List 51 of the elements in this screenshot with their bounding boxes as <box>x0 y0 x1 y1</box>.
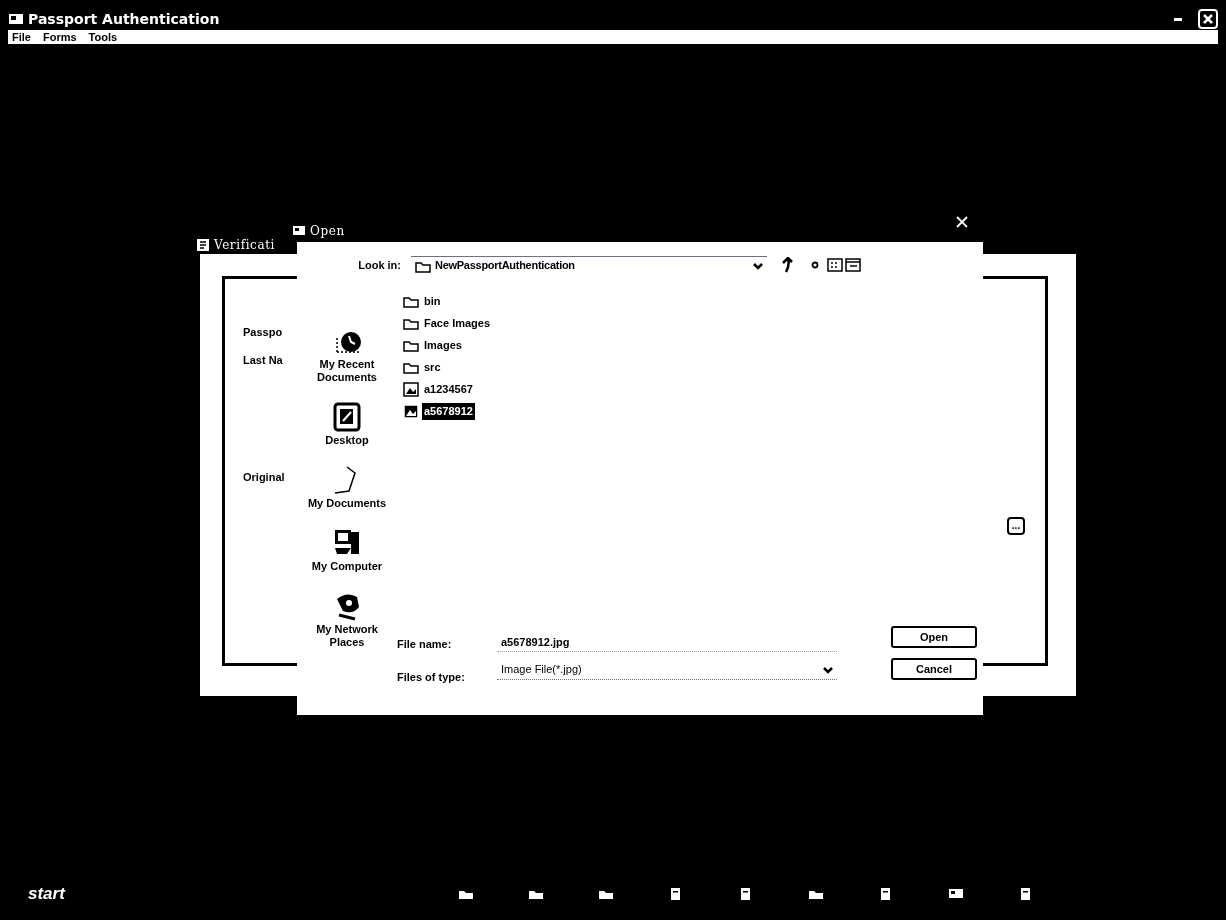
folder-entry[interactable]: Face Images <box>422 315 493 332</box>
field-label: Passpo <box>243 325 283 340</box>
dropdown-caret-icon <box>753 261 763 270</box>
app-icon <box>947 887 964 901</box>
folder-entry[interactable]: Images <box>422 337 464 354</box>
details-view-icon <box>845 258 861 272</box>
place-button[interactable]: My Recent Documents <box>307 358 387 384</box>
field-label: Original <box>243 470 285 485</box>
look-in-label: Look in: <box>357 257 401 273</box>
browse-button[interactable]: ... <box>1007 517 1025 535</box>
place-button[interactable]: Desktop <box>307 434 387 447</box>
grid-view-icon <box>827 258 843 272</box>
view-menu-button[interactable] <box>827 256 861 274</box>
place-button[interactable]: My Network Places <box>307 623 387 649</box>
image-file-icon <box>403 404 419 419</box>
file-type-value: Image File(*.jpg) <box>501 662 583 678</box>
form-icon <box>196 238 210 252</box>
app-icon <box>8 12 24 26</box>
folder-icon <box>403 316 419 331</box>
look-in-dropdown[interactable]: NewPassportAuthentication <box>411 256 767 274</box>
close-icon <box>956 216 968 228</box>
menu-item[interactable]: Forms <box>42 31 77 43</box>
folder-name: NewPassportAuthentication <box>435 258 575 274</box>
close-icon <box>1203 14 1213 24</box>
image-file-icon <box>403 382 419 397</box>
minimize-icon <box>1174 17 1182 21</box>
folder-entry[interactable]: bin <box>422 293 443 310</box>
menu-item[interactable]: Tools <box>88 31 118 43</box>
dialog-button[interactable]: Open <box>891 626 977 648</box>
field-label: Files of type: <box>397 669 466 685</box>
folder-icon <box>403 360 419 375</box>
up-arrow-icon <box>781 257 793 273</box>
dialog-button[interactable]: Cancel <box>891 658 977 680</box>
field-label: File name: <box>397 637 453 652</box>
place-button[interactable]: My Computer <box>307 560 387 573</box>
dropdown-caret-icon <box>823 665 833 674</box>
dialog-icon <box>292 225 306 237</box>
folder-icon <box>403 338 419 353</box>
file-name-field[interactable]: a5678912.jpg <box>497 632 837 652</box>
image-entry[interactable]: a1234567 <box>422 381 475 398</box>
start-button[interactable]: start <box>20 881 65 907</box>
folder-icon <box>403 294 419 309</box>
place-button[interactable]: My Documents <box>307 497 387 510</box>
menu-item[interactable]: File <box>12 31 31 43</box>
image-entry[interactable]: a5678912 <box>422 403 475 420</box>
window-title: Passport Authentication <box>28 9 220 29</box>
file-type-dropdown[interactable]: Image File(*.jpg) <box>497 660 837 680</box>
field-label: Last Na <box>243 353 283 368</box>
window-title: Verificati <box>214 237 276 254</box>
folder-entry[interactable]: src <box>422 359 443 376</box>
dialog-title: Open <box>310 223 345 240</box>
